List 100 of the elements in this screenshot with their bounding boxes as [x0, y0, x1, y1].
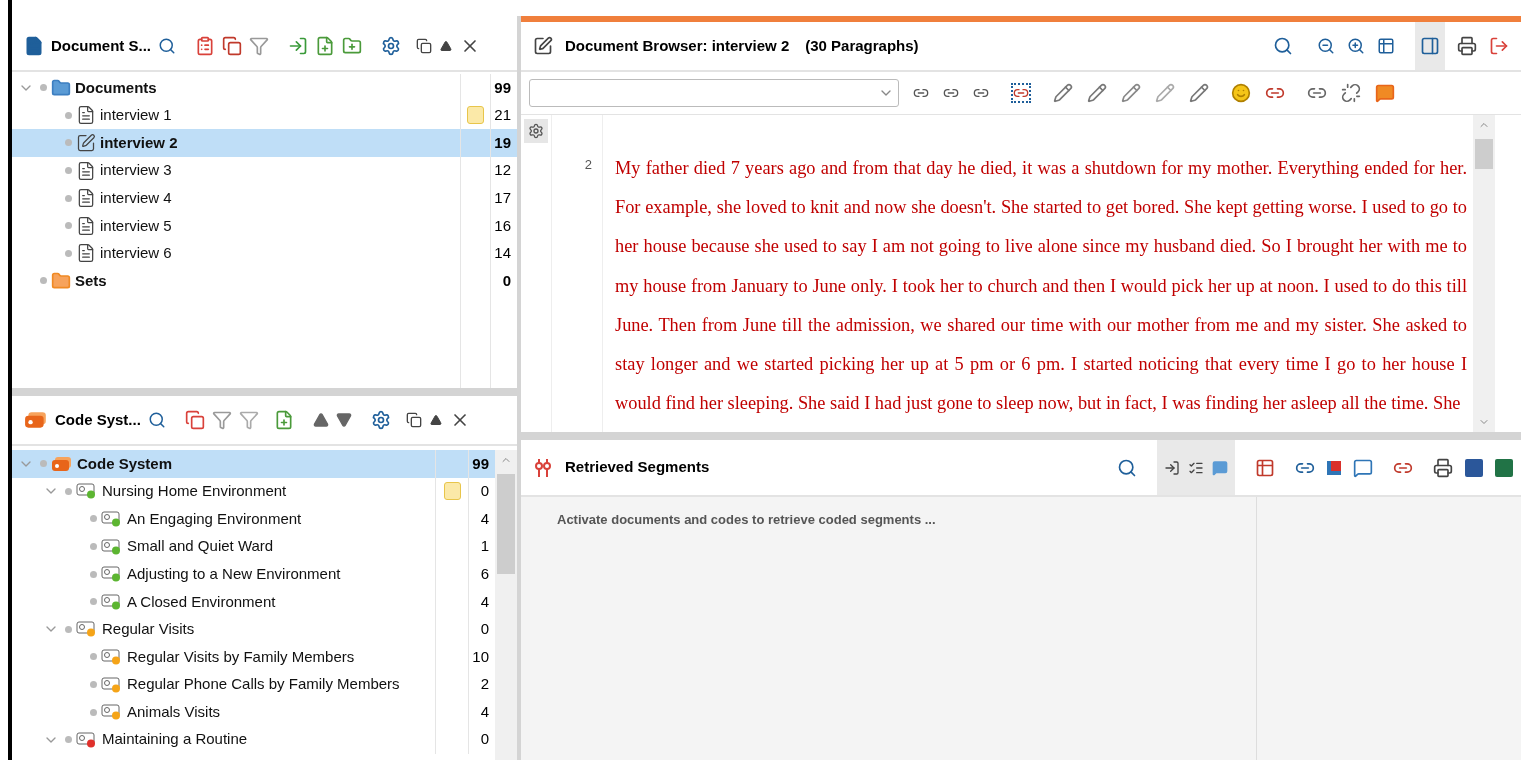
tree-item[interactable]: Regular Phone Calls by Family Members 2 — [12, 670, 495, 699]
document-icon — [76, 215, 96, 236]
tree-item[interactable]: Documents 99 — [12, 74, 517, 102]
tree-item[interactable]: Regular Visits by Family Members 10 — [12, 643, 495, 671]
count-label: 14 — [494, 243, 511, 264]
import-icon[interactable] — [1164, 459, 1180, 476]
edit-document-icon — [76, 133, 96, 153]
code-icon — [101, 566, 123, 583]
zoom-in-icon[interactable] — [1347, 37, 1365, 55]
paragraph-number: 2 — [584, 156, 592, 174]
tree-item[interactable]: interview 2 19 — [12, 129, 517, 157]
item-label: interview 6 — [100, 243, 172, 264]
scroll-thumb[interactable] — [497, 474, 515, 574]
tree-item[interactable]: Code System 99 — [12, 450, 495, 478]
settings-icon[interactable] — [381, 36, 401, 56]
count-label: 6 — [480, 563, 489, 584]
clipboard-icon[interactable] — [195, 36, 215, 56]
item-label: Nursing Home Environment — [102, 481, 287, 502]
excel-icon[interactable] — [1495, 458, 1513, 477]
search-icon[interactable] — [147, 411, 166, 429]
selection-code-icon[interactable] — [1011, 83, 1031, 103]
scrollbar[interactable] — [1473, 115, 1495, 432]
count-label: 99 — [472, 453, 489, 474]
undock-icon[interactable] — [416, 38, 432, 54]
unlink-icon[interactable] — [1341, 83, 1361, 103]
cloud-icon[interactable] — [1353, 457, 1373, 478]
import-icon[interactable] — [288, 36, 308, 56]
count-label: 0 — [480, 729, 489, 750]
item-label: interview 1 — [100, 105, 172, 126]
segments-icon — [533, 457, 553, 478]
comment-icon[interactable] — [1375, 83, 1395, 103]
print-icon[interactable] — [1457, 36, 1477, 56]
tree-item[interactable]: Regular Visits 0 — [12, 615, 495, 644]
item-label: interview 3 — [100, 160, 172, 181]
move-down-icon[interactable] — [335, 412, 352, 428]
scroll-thumb[interactable] — [1475, 139, 1493, 169]
item-label: Regular Phone Calls by Family Members — [127, 674, 400, 695]
count-label: 10 — [472, 646, 489, 667]
search-icon[interactable] — [158, 37, 176, 55]
tree-item[interactable]: An Engaging Environment 4 — [12, 505, 495, 533]
zoom-out-icon[interactable] — [1317, 37, 1335, 55]
copy-icon[interactable] — [222, 36, 242, 56]
word-icon[interactable] — [1465, 458, 1483, 477]
table-icon[interactable] — [1255, 457, 1275, 478]
search-icon[interactable] — [1117, 457, 1137, 478]
code-icon — [76, 483, 98, 500]
print-icon[interactable] — [1433, 457, 1453, 478]
code-icon — [101, 538, 123, 555]
tree-item[interactable]: Maintaining a Routine 0 — [12, 725, 495, 754]
panel-title: Document Browser: interview 2 — [565, 35, 790, 56]
item-label: A Closed Environment — [127, 591, 276, 612]
document-icon — [76, 243, 96, 264]
scrollbar[interactable] — [495, 450, 517, 760]
maximize-icon[interactable] — [429, 414, 442, 426]
count-label: 0 — [502, 270, 511, 291]
tree-item[interactable]: Adjusting to a New Environment 6 — [12, 560, 495, 588]
color-icon[interactable] — [1327, 460, 1341, 475]
copy-icon[interactable] — [184, 410, 205, 430]
search-icon[interactable] — [1273, 36, 1293, 56]
code-icon — [101, 676, 123, 693]
highlighter-icon[interactable] — [1189, 83, 1209, 103]
export-icon[interactable] — [1489, 36, 1509, 56]
count-label: 16 — [494, 215, 511, 236]
settings-icon[interactable] — [528, 123, 544, 139]
count-label: 4 — [480, 591, 489, 612]
item-label: An Engaging Environment — [127, 508, 302, 529]
tree-item[interactable]: Sets 0 — [12, 267, 517, 295]
comment-icon[interactable] — [1212, 459, 1228, 476]
count-label: 0 — [480, 481, 489, 502]
item-label: Maintaining a Routine — [102, 729, 248, 750]
tree-item[interactable]: A Closed Environment 4 — [12, 587, 495, 616]
new-folder-icon[interactable] — [342, 36, 362, 56]
filter-icon[interactable] — [249, 36, 269, 56]
count-label: 4 — [480, 701, 489, 722]
side-panel-icon[interactable] — [1420, 36, 1440, 56]
paragraph-count: (30 Paragraphs) — [805, 35, 919, 56]
highlighter-icon[interactable] — [1087, 83, 1107, 103]
highlighter-icon[interactable] — [1053, 83, 1073, 103]
undock-icon[interactable] — [405, 412, 422, 428]
document-icon — [76, 160, 96, 181]
empty-message: Activate documents and codes to retrieve coded segments ... — [557, 512, 936, 527]
settings-icon[interactable] — [370, 410, 391, 430]
move-up-icon[interactable] — [312, 412, 329, 428]
tree-item[interactable]: Nursing Home Environment 0 — [12, 477, 495, 506]
maximize-icon[interactable] — [440, 40, 452, 52]
count-label: 17 — [494, 187, 511, 208]
document-icon — [76, 188, 96, 209]
item-label: Documents — [75, 77, 157, 98]
highlighter-icon[interactable] — [1121, 83, 1141, 103]
code-icon — [76, 731, 98, 748]
zoom-reset-icon[interactable] — [1377, 37, 1395, 55]
emoji-icon[interactable] — [1231, 83, 1251, 103]
documents-icon[interactable] — [24, 36, 44, 56]
folder-icon — [51, 77, 71, 98]
new-document-icon[interactable] — [315, 36, 335, 56]
edit-document-icon[interactable] — [533, 36, 553, 56]
filter-icon[interactable] — [211, 410, 232, 430]
tree-item[interactable]: Animals Visits 4 — [12, 698, 495, 726]
tree-item[interactable]: Small and Quiet Ward 1 — [12, 532, 495, 561]
item-label: interview 4 — [100, 187, 172, 208]
